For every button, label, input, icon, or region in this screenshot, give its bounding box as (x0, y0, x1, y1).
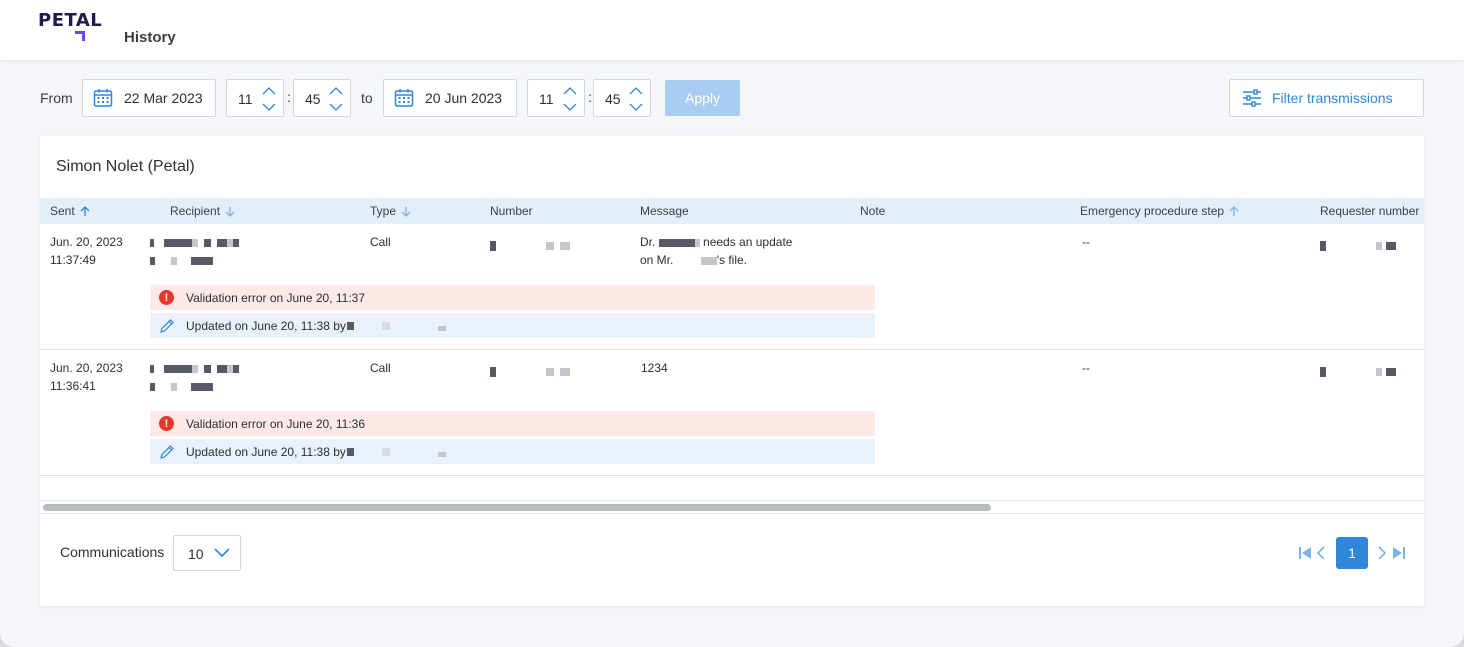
page-size-label: Communications (60, 544, 165, 560)
horizontal-scrollbar[interactable] (40, 500, 1424, 514)
requester-number-redacted (1320, 362, 1396, 380)
chevron-down-icon (214, 548, 230, 558)
column-note[interactable]: Note (860, 204, 885, 218)
column-requester-number[interactable]: Requester number (1320, 204, 1419, 218)
arrow-up-icon (80, 205, 90, 216)
error-text: Validation error on June 20, 11:36 (186, 416, 366, 431)
last-page-icon[interactable] (1392, 545, 1406, 561)
column-emergency-step[interactable]: Emergency procedure step (1080, 204, 1239, 218)
app-window: PETAL History From 22 Mar 2023 11 : 45 t… (0, 0, 1464, 647)
to-date-picker[interactable]: 20 Jun 2023 (383, 79, 517, 117)
type-value: Call (370, 235, 391, 249)
to-hour-stepper[interactable]: 11 (527, 79, 585, 117)
time-separator: : (287, 89, 291, 105)
table-row[interactable]: Jun. 20, 2023 11:37:49 Call Dr. needs an… (40, 224, 1424, 350)
calendar-icon (93, 89, 113, 107)
message-line-1: Dr. needs an update (640, 233, 792, 251)
update-text: Updated on June 20, 11:38 by (186, 444, 346, 459)
update-banner: Updated on June 20, 11:38 by (150, 439, 875, 464)
recipient-redacted (150, 377, 213, 395)
column-sent-label: Sent (50, 204, 75, 218)
scrollbar-thumb[interactable] (43, 504, 991, 511)
from-label: From (40, 90, 73, 106)
card-title: Simon Nolet (Petal) (56, 158, 195, 175)
top-bar: PETAL History (0, 0, 1464, 60)
type-value: Call (370, 361, 391, 375)
time-separator: : (588, 89, 592, 105)
error-text: Validation error on June 20, 11:37 (186, 290, 366, 305)
from-minute-value: 45 (305, 91, 321, 107)
to-hour-value: 11 (539, 91, 554, 107)
validation-error-banner: ! Validation error on June 20, 11:36 (150, 411, 875, 436)
message-value: 1234 (641, 361, 668, 375)
recipient-redacted (150, 251, 213, 269)
stepper-arrows-icon[interactable] (562, 86, 578, 112)
to-minute-value: 45 (605, 91, 621, 107)
recipient-redacted (150, 233, 239, 251)
logo-mark-icon (75, 31, 85, 41)
message-prefix: Dr. (640, 235, 656, 249)
sent-date: Jun. 20, 2023 (50, 235, 123, 249)
arrow-down-icon (401, 206, 411, 217)
from-hour-stepper[interactable]: 11 (226, 79, 284, 117)
column-message[interactable]: Message (640, 204, 689, 218)
sent-time: 11:37:49 (50, 253, 96, 267)
filter-transmissions-label: Filter transmissions (1272, 90, 1393, 106)
from-hour-value: 11 (238, 91, 253, 107)
first-page-icon[interactable] (1298, 545, 1312, 561)
message-line-2: on Mr. 's file. (640, 251, 747, 269)
error-icon: ! (159, 416, 174, 431)
number-redacted (490, 236, 570, 254)
number-redacted (490, 362, 570, 380)
emergency-step-value: -- (1082, 361, 1090, 375)
chevron-right-icon[interactable] (1377, 545, 1387, 561)
page-title: History (124, 29, 176, 46)
column-emergency-step-label: Emergency procedure step (1080, 204, 1225, 218)
history-card: Simon Nolet (Petal) Sent Recipient Type … (40, 136, 1424, 606)
from-date-value: 22 Mar 2023 (124, 90, 203, 106)
update-text: Updated on June 20, 11:38 by (186, 318, 346, 333)
petal-logo[interactable]: PETAL (38, 10, 102, 31)
sliders-icon (1243, 89, 1261, 107)
from-date-picker[interactable]: 22 Mar 2023 (82, 79, 216, 117)
message-suffix: needs an update (703, 235, 793, 249)
arrow-up-icon (1229, 205, 1239, 216)
column-type[interactable]: Type (370, 204, 411, 218)
stepper-arrows-icon[interactable] (328, 86, 344, 112)
table-header: Sent Recipient Type Number Message Note … (40, 198, 1424, 224)
page-size-value: 10 (188, 546, 204, 562)
column-type-label: Type (370, 204, 397, 218)
recipient-redacted (150, 359, 239, 377)
requester-number-redacted (1320, 236, 1396, 254)
column-sent[interactable]: Sent (50, 204, 90, 218)
apply-button[interactable]: Apply (665, 80, 740, 116)
validation-error-banner: ! Validation error on June 20, 11:37 (150, 285, 875, 310)
to-date-value: 20 Jun 2023 (425, 90, 503, 106)
to-label: to (361, 90, 373, 106)
sent-time: 11:36:41 (50, 379, 96, 393)
date-filter-bar: From 22 Mar 2023 11 : 45 to 20 Jun 2023 … (0, 78, 1464, 118)
pencil-icon (160, 444, 174, 459)
message-suffix: 's file. (716, 253, 748, 267)
update-banner: Updated on June 20, 11:38 by (150, 313, 875, 338)
pencil-icon (160, 318, 174, 333)
to-minute-stepper[interactable]: 45 (593, 79, 651, 117)
column-recipient[interactable]: Recipient (170, 204, 235, 218)
message-prefix: on Mr. (640, 253, 674, 267)
calendar-icon (394, 89, 414, 107)
table-row[interactable]: Jun. 20, 2023 11:36:41 Call 1234 -- ! Va… (40, 350, 1424, 476)
filter-transmissions-button[interactable]: Filter transmissions (1229, 79, 1424, 117)
column-recipient-label: Recipient (170, 204, 221, 218)
page-size-select[interactable]: 10 (173, 535, 241, 571)
arrow-down-icon (225, 206, 235, 217)
sent-date: Jun. 20, 2023 (50, 361, 123, 375)
error-icon: ! (159, 290, 174, 305)
emergency-step-value: -- (1082, 235, 1090, 249)
stepper-arrows-icon[interactable] (261, 86, 277, 112)
stepper-arrows-icon[interactable] (628, 86, 644, 112)
chevron-left-icon[interactable] (1316, 545, 1326, 561)
page-button-current[interactable]: 1 (1336, 537, 1368, 569)
column-number[interactable]: Number (490, 204, 533, 218)
from-minute-stepper[interactable]: 45 (293, 79, 351, 117)
